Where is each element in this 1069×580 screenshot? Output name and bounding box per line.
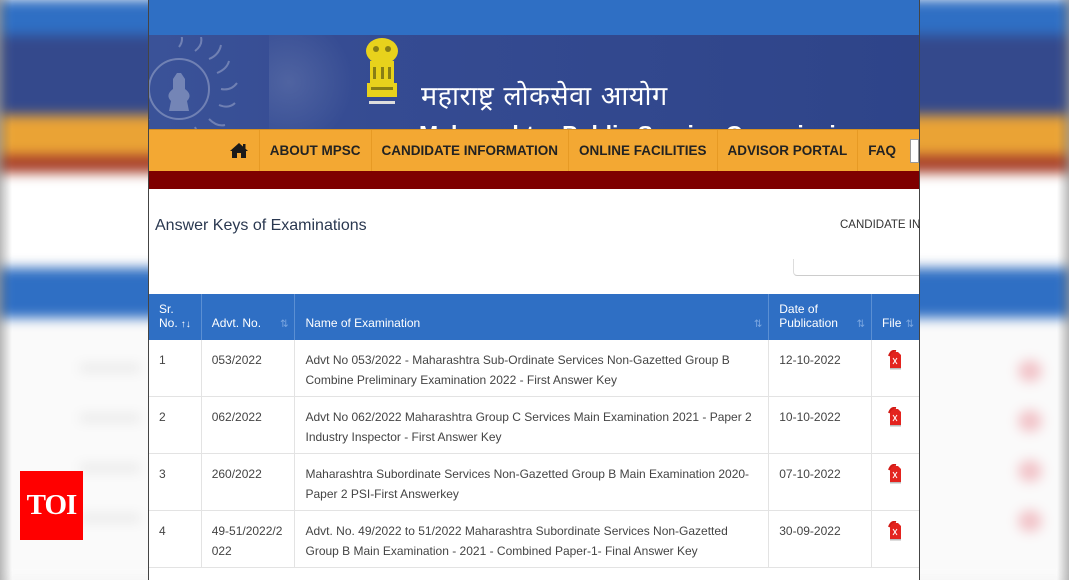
cell-file <box>871 340 919 397</box>
sort-icon[interactable]: ⇅ <box>280 319 288 330</box>
pdf-icon[interactable] <box>888 463 902 484</box>
sort-icon[interactable]: ↑↓ <box>181 319 191 330</box>
cell-date: 12-10-2022 <box>768 340 873 397</box>
nav-candidate-information[interactable]: CANDIDATE INFORMATION <box>370 130 568 171</box>
nav-search-input[interactable] <box>910 138 919 163</box>
pdf-icon[interactable] <box>888 406 902 427</box>
table-header-row: Sr. No. ↑↓ Advt. No. ⇅ Name of Examinatio… <box>149 294 919 340</box>
pdf-icon[interactable] <box>888 349 902 370</box>
national-emblem-icon <box>366 38 398 104</box>
table-row: 1 053/2022 Advt No 053/2022 - Maharashtr… <box>149 340 919 397</box>
cell-file <box>871 510 919 568</box>
page-title: Answer Keys of Examinations <box>155 217 367 234</box>
table-search-input[interactable] <box>793 259 919 276</box>
cell-sr-no: 4 <box>149 510 202 568</box>
cell-sr-no: 1 <box>149 340 202 397</box>
home-icon <box>229 143 248 158</box>
site-header: महाराष्ट्र लोकसेवा आयोग Maharashtra Publ… <box>149 35 919 129</box>
sort-icon[interactable]: ⇅ <box>754 319 762 330</box>
toi-logo: TOI <box>20 471 83 540</box>
cell-date: 30-09-2022 <box>768 510 873 568</box>
answer-keys-table: Sr. No. ↑↓ Advt. No. ⇅ Name of Examinatio… <box>149 294 919 568</box>
cell-date: 07-10-2022 <box>768 453 873 511</box>
mpsc-sun-logo-icon <box>149 37 238 129</box>
column-header-advt-no[interactable]: Advt. No. ⇅ <box>201 294 296 340</box>
sort-icon[interactable]: ⇅ <box>857 319 865 330</box>
top-bar <box>149 0 919 35</box>
main-nav: ABOUT MPSC CANDIDATE INFORMATION ONLINE … <box>149 129 919 171</box>
sort-icon[interactable]: ⇅ <box>906 319 914 330</box>
column-header-date[interactable]: Date of Publication ⇅ <box>768 294 873 340</box>
nav-online-facilities[interactable]: ONLINE FACILITIES <box>567 130 717 171</box>
cell-advt-no: 260/2022 <box>201 453 296 511</box>
header-title-english: Maharashtra Public Service Commission <box>419 78 864 130</box>
cell-exam-name: Advt No 053/2022 - Maharashtra Sub-Ordin… <box>294 340 770 397</box>
nav-home[interactable] <box>219 130 259 171</box>
cell-advt-no: 053/2022 <box>201 340 296 397</box>
cell-file <box>871 396 919 454</box>
nav-advisor-portal[interactable]: ADVISOR PORTAL <box>716 130 858 171</box>
cell-file <box>871 453 919 511</box>
accent-bar <box>149 171 919 189</box>
column-header-name[interactable]: Name of Examination ⇅ <box>294 294 770 340</box>
mpsc-page: महाराष्ट्र लोकसेवा आयोग Maharashtra Publ… <box>148 0 920 580</box>
nav-faq[interactable]: FAQ <box>857 130 906 171</box>
column-header-sr-no[interactable]: Sr. No. ↑↓ <box>149 294 202 340</box>
cell-exam-name: Advt. No. 49/2022 to 51/2022 Maharashtra… <box>294 510 770 568</box>
table-row: 2 062/2022 Advt No 062/2022 Maharashtra … <box>149 396 919 454</box>
cell-exam-name: Advt No 062/2022 Maharashtra Group C Ser… <box>294 396 770 454</box>
cell-sr-no: 3 <box>149 453 202 511</box>
table-row: 3 260/2022 Maharashtra Subordinate Servi… <box>149 453 919 511</box>
content-header: Answer Keys of Examinations CANDIDATE IN… <box>149 189 919 294</box>
cell-sr-no: 2 <box>149 396 202 454</box>
table-row: 4 49-51/2022/2022 Advt. No. 49/2022 to 5… <box>149 510 919 568</box>
cell-date: 10-10-2022 <box>768 396 873 454</box>
cell-advt-no: 49-51/2022/2022 <box>201 510 296 568</box>
cell-advt-no: 062/2022 <box>201 396 296 454</box>
breadcrumb[interactable]: CANDIDATE INF <box>840 219 919 231</box>
pdf-icon[interactable] <box>888 520 902 541</box>
column-header-file[interactable]: File ⇅ <box>871 294 919 340</box>
cell-exam-name: Maharashtra Subordinate Services Non-Gaz… <box>294 453 770 511</box>
nav-about-mpsc[interactable]: ABOUT MPSC <box>258 130 371 171</box>
